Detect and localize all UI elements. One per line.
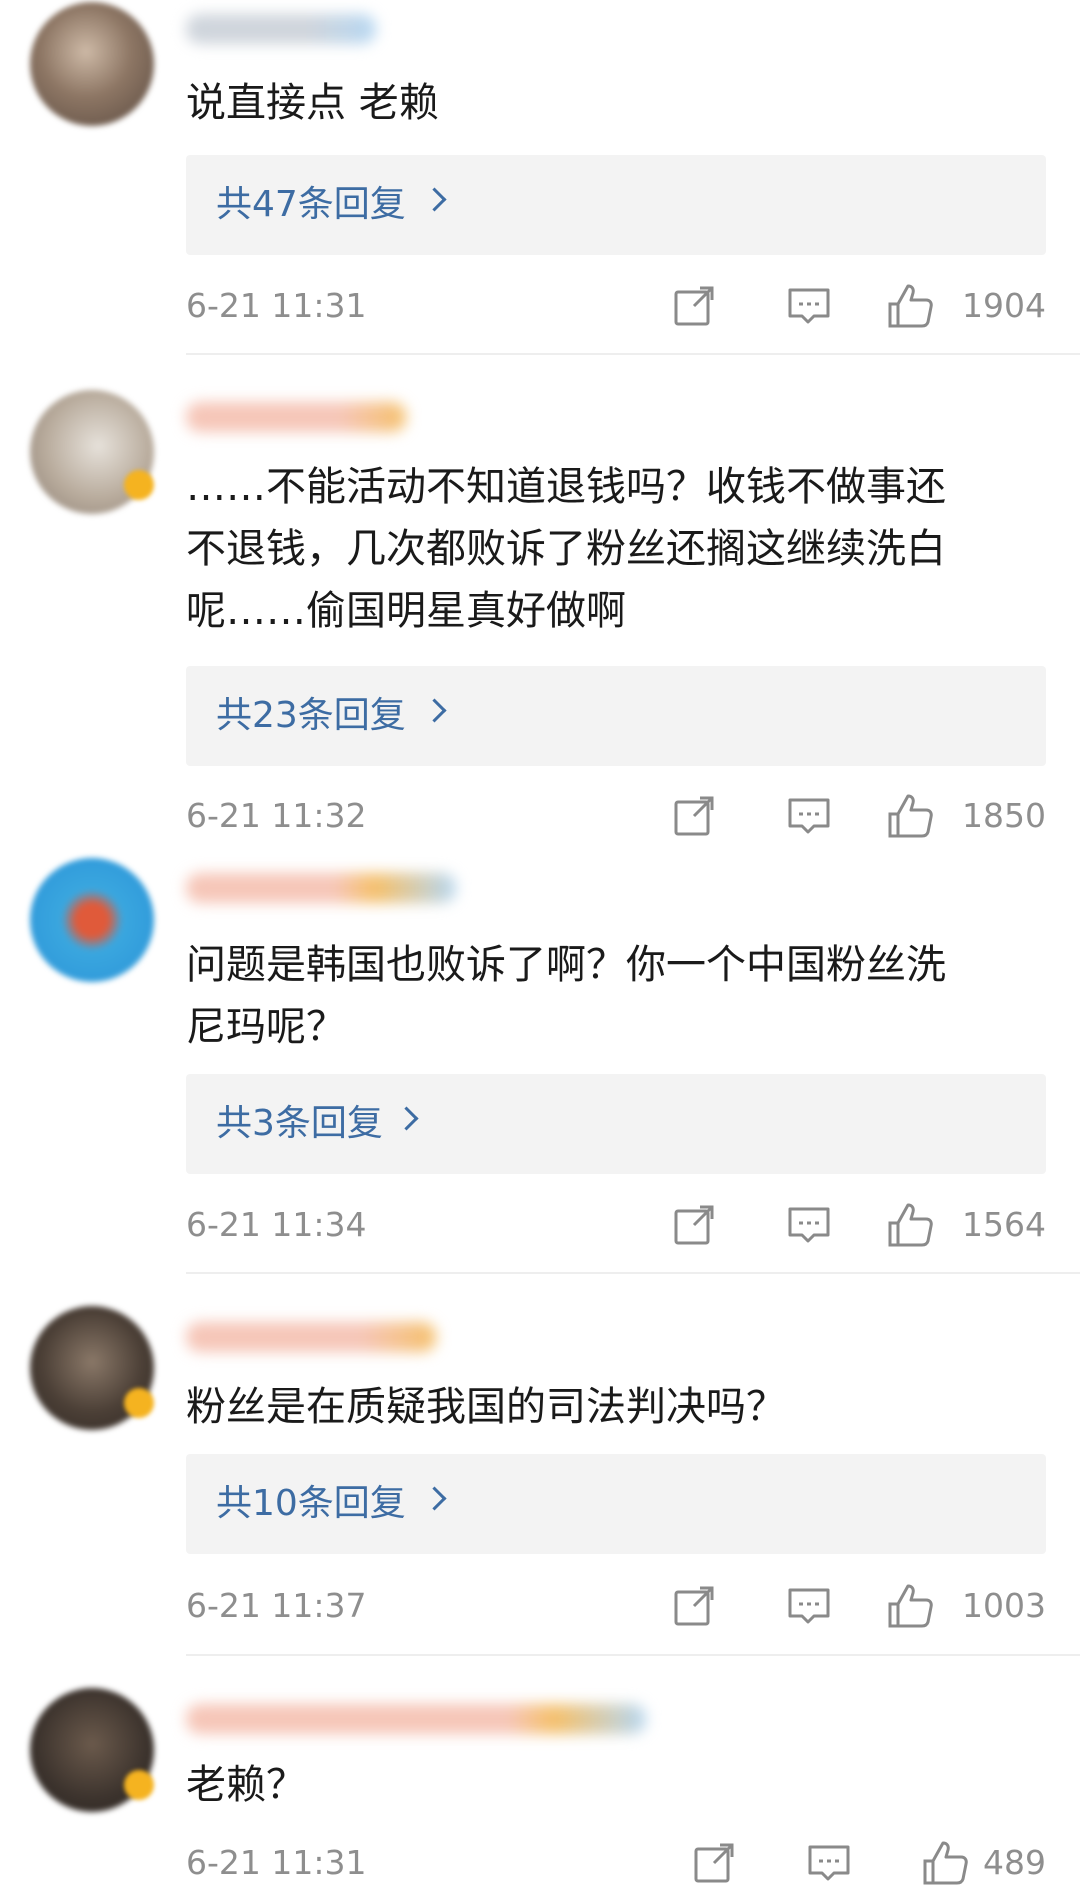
replies-link[interactable]: 共23条回复 — [186, 666, 1046, 766]
like-button[interactable]: 1003 — [886, 1576, 1046, 1636]
like-count: 1850 — [962, 796, 1046, 835]
comment-meta: 6-21 11:32 1850 — [186, 786, 1046, 846]
timestamp: 6-21 11:37 — [186, 1586, 367, 1625]
comment-meta: 6-21 11:34 1564 — [186, 1195, 1046, 1255]
comment-icon[interactable] — [806, 1841, 852, 1885]
comment-icon[interactable] — [786, 1584, 832, 1628]
replies-label: 共47条回复 — [216, 184, 406, 225]
like-button[interactable]: 1904 — [886, 276, 1046, 336]
username-blurred[interactable] — [186, 1322, 436, 1352]
share-icon[interactable] — [672, 284, 718, 328]
replies-link[interactable]: 共10条回复 — [186, 1454, 1046, 1554]
verified-badge-icon — [124, 1388, 154, 1418]
timestamp: 6-21 11:32 — [186, 796, 367, 835]
replies-label: 共23条回复 — [216, 695, 406, 736]
comment-text: 说直接点 老赖 — [186, 80, 439, 126]
thumbs-up-icon — [888, 1584, 933, 1628]
thumbs-up-icon — [888, 1203, 933, 1247]
comment-text: 粉丝是在质疑我国的司法判决吗？ — [186, 1384, 786, 1430]
timestamp: 6-21 11:31 — [186, 286, 367, 325]
replies-label: 共10条回复 — [216, 1483, 406, 1524]
username-blurred[interactable] — [186, 873, 456, 903]
thumbs-up-icon — [923, 1841, 968, 1885]
username-blurred[interactable] — [186, 402, 406, 432]
comment-meta: 6-21 11:31 489 — [186, 1833, 1046, 1893]
replies-link[interactable]: 共3条回复 — [186, 1074, 1046, 1174]
like-button[interactable]: 489 — [921, 1833, 1046, 1893]
chevron-right-icon — [422, 187, 447, 212]
share-icon[interactable] — [692, 1841, 738, 1885]
like-button[interactable]: 1850 — [886, 786, 1046, 846]
comment-text: 老赖？ — [186, 1762, 306, 1808]
comment-text: 问题是韩国也败诉了啊？你一个中国粉丝洗 尼玛呢？ — [186, 942, 946, 1050]
comment-text: ……不能活动不知道退钱吗？收钱不做事还 不退钱，几次都败诉了粉丝还搁这继续洗白 … — [186, 464, 946, 634]
share-icon[interactable] — [672, 794, 718, 838]
replies-link[interactable]: 共47条回复 — [186, 155, 1046, 255]
comment-icon[interactable] — [786, 794, 832, 838]
chevron-right-icon — [394, 1106, 419, 1131]
chevron-right-icon — [422, 1486, 447, 1511]
comment-icon[interactable] — [786, 284, 832, 328]
thumbs-up-icon — [888, 794, 933, 838]
verified-badge-icon — [124, 1770, 154, 1800]
avatar[interactable] — [30, 858, 154, 982]
like-count: 489 — [983, 1843, 1046, 1882]
divider — [186, 1272, 1080, 1274]
thumbs-up-icon — [888, 284, 933, 328]
divider — [186, 1654, 1080, 1656]
timestamp: 6-21 11:31 — [186, 1843, 367, 1882]
chevron-right-icon — [422, 698, 447, 723]
like-count: 1904 — [962, 286, 1046, 325]
avatar[interactable] — [30, 2, 154, 126]
timestamp: 6-21 11:34 — [186, 1205, 367, 1244]
like-count: 1003 — [962, 1586, 1046, 1625]
replies-label: 共3条回复 — [216, 1103, 383, 1144]
like-count: 1564 — [962, 1205, 1046, 1244]
share-icon[interactable] — [672, 1203, 718, 1247]
divider — [186, 353, 1080, 355]
comment-icon[interactable] — [786, 1203, 832, 1247]
verified-badge-icon — [124, 470, 154, 500]
like-button[interactable]: 1564 — [886, 1195, 1046, 1255]
comment-meta: 6-21 11:37 1003 — [186, 1576, 1046, 1636]
username-blurred[interactable] — [186, 1704, 646, 1734]
share-icon[interactable] — [672, 1584, 718, 1628]
username-blurred[interactable] — [186, 14, 376, 44]
comment-meta: 6-21 11:31 1904 — [186, 276, 1046, 336]
